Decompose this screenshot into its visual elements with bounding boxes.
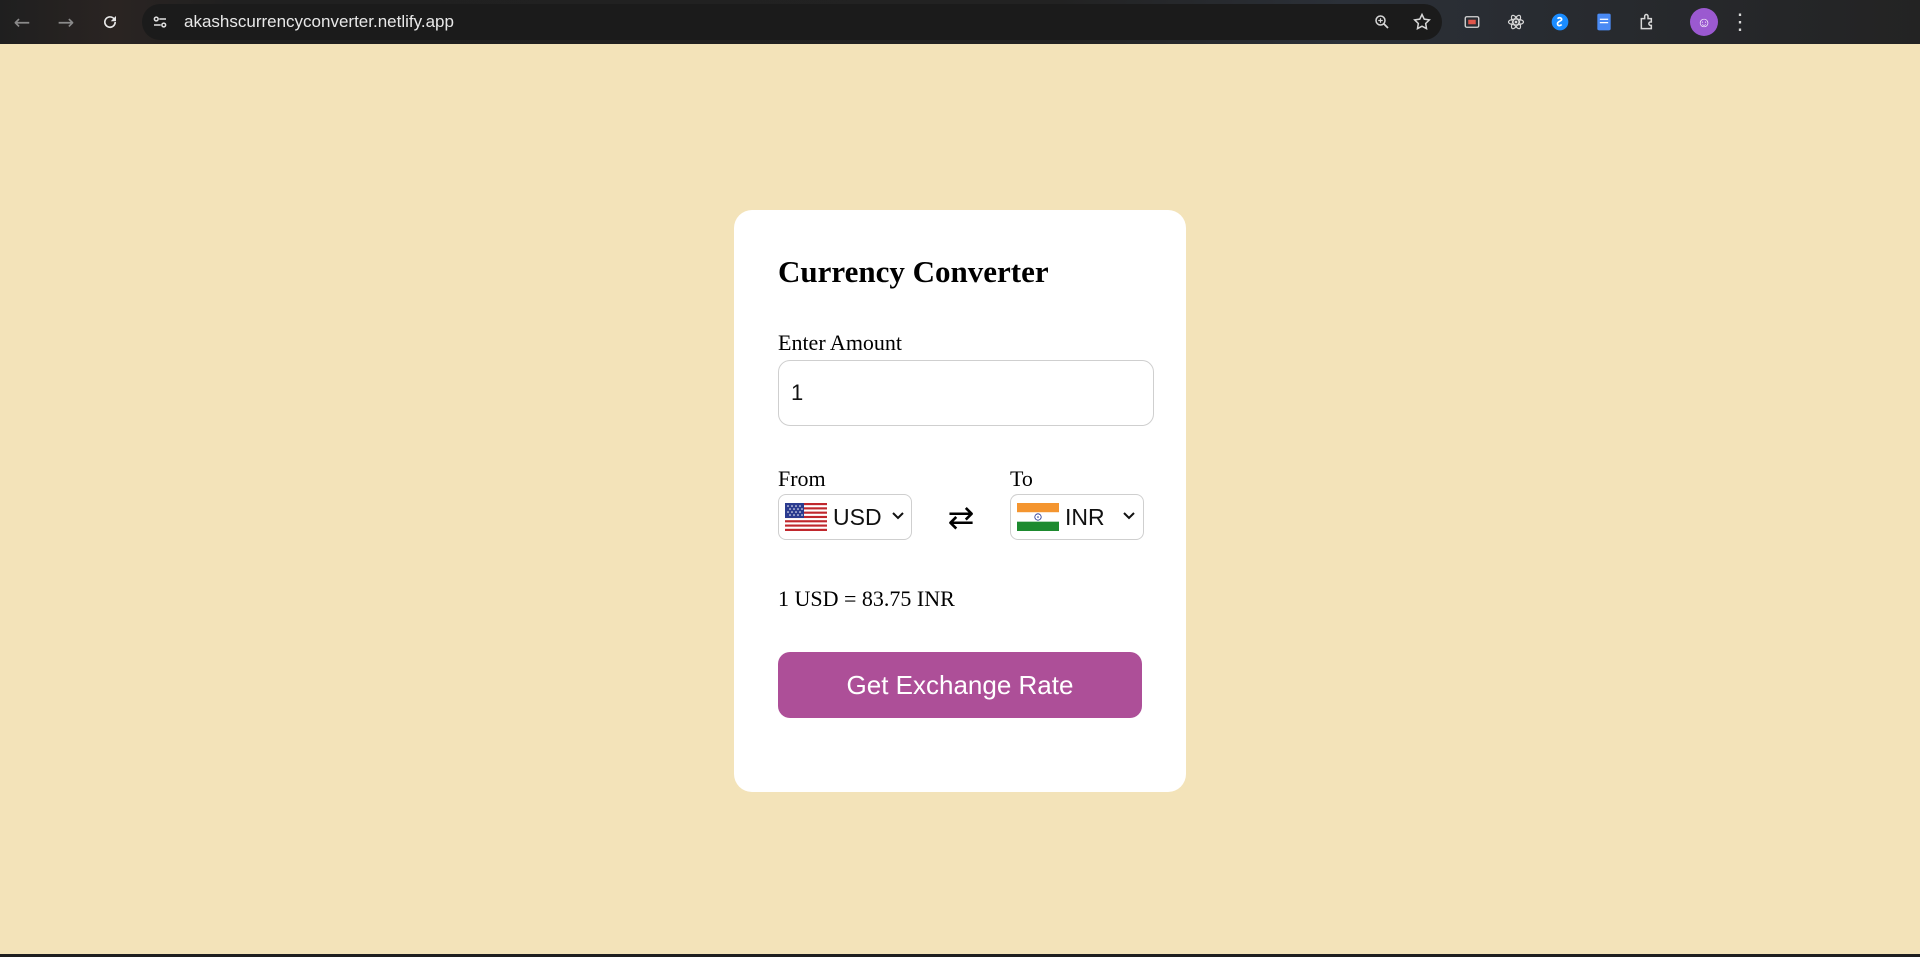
zoom-icon[interactable] — [1362, 4, 1402, 40]
forward-icon[interactable]: → — [44, 4, 88, 40]
amount-label: Enter Amount — [778, 330, 903, 355]
swap-icon[interactable]: ⇄ — [912, 494, 1010, 540]
url-text[interactable]: akashscurrencyconverter.netlify.app — [184, 12, 454, 32]
extensions-icon[interactable] — [1626, 4, 1670, 40]
converter-card: Currency Converter Enter Amount From — [734, 210, 1186, 792]
menu-icon[interactable]: ⋮ — [1728, 9, 1752, 35]
back-icon[interactable]: ← — [0, 4, 44, 40]
react-devtools-icon[interactable] — [1494, 4, 1538, 40]
from-label: From — [778, 466, 826, 491]
reload-icon[interactable] — [88, 4, 132, 40]
address-bar[interactable]: akashscurrencyconverter.netlify.app — [142, 4, 1442, 40]
to-group: To INR — [1010, 466, 1144, 540]
currency-select-row: From USD ⇄ To INR — [778, 466, 1154, 540]
get-exchange-rate-button[interactable]: Get Exchange Rate — [778, 652, 1142, 718]
site-info-icon[interactable] — [142, 4, 178, 40]
to-label: To — [1010, 466, 1033, 491]
india-flag-icon — [1017, 503, 1059, 531]
from-currency-value: USD — [833, 503, 882, 530]
to-currency-value: INR — [1065, 503, 1105, 530]
page-title: Currency Converter — [778, 254, 1049, 289]
chevron-down-icon — [891, 509, 904, 525]
chevron-down-icon — [1122, 509, 1135, 525]
from-currency-select[interactable]: USD — [778, 494, 912, 540]
docs-icon[interactable] — [1582, 4, 1626, 40]
shazam-icon[interactable] — [1538, 4, 1582, 40]
to-currency-select[interactable]: INR — [1010, 494, 1144, 540]
exchange-rate-message: 1 USD = 83.75 INR — [778, 586, 955, 611]
us-flag-icon — [785, 503, 827, 531]
star-icon[interactable] — [1402, 4, 1442, 40]
cast-icon[interactable] — [1450, 4, 1494, 40]
browser-toolbar: ← → akashscurrencyconverter.netlify.app — [0, 0, 1920, 44]
from-group: From USD — [778, 466, 912, 540]
profile-icon[interactable]: ☺ — [1690, 8, 1718, 36]
amount-input[interactable] — [778, 360, 1154, 426]
